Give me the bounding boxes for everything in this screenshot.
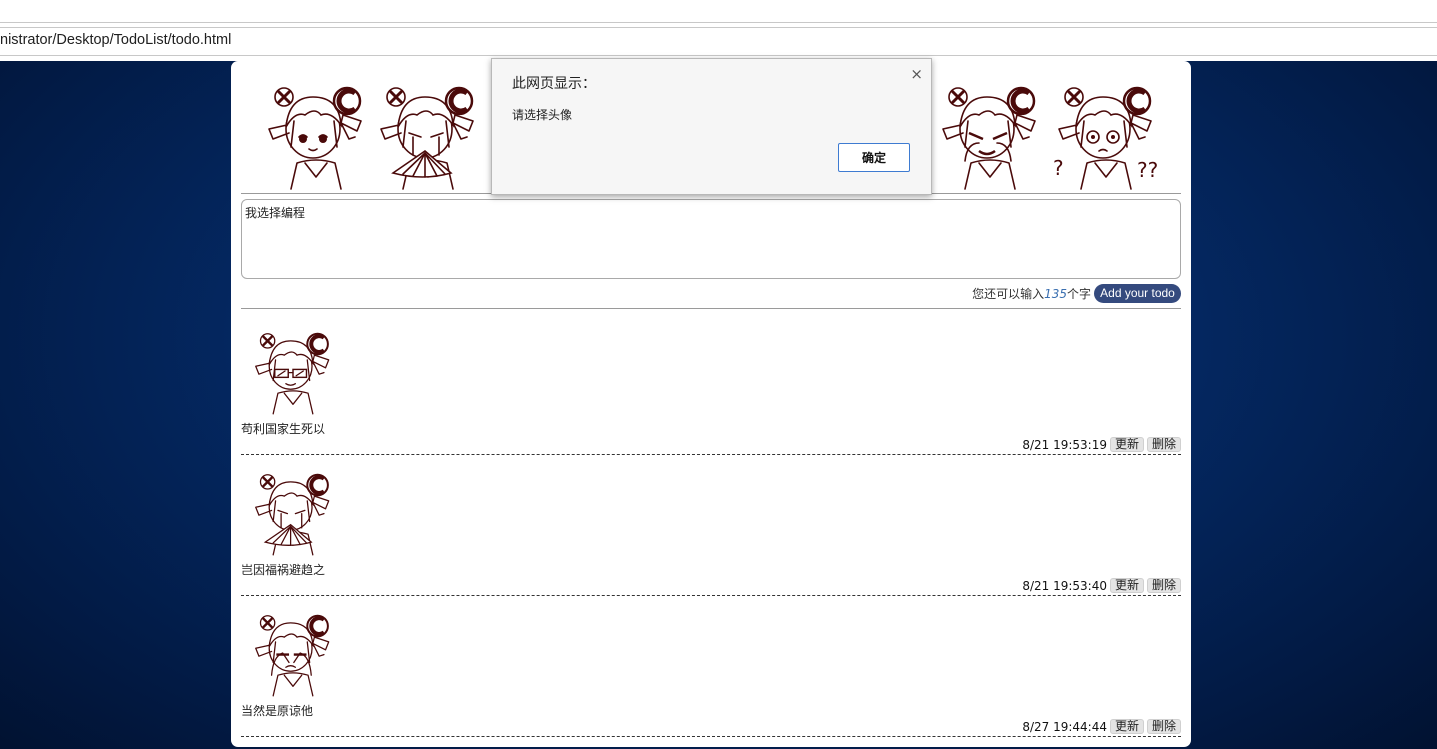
todo-item: 当然是原谅他 8/27 19:44:44 更新 删除 <box>241 595 1181 736</box>
alert-dialog: 此网页显示： × 请选择头像 确定 <box>491 58 932 195</box>
todo-timestamp: 8/21 19:53:40 <box>1022 578 1107 593</box>
todo-avatar <box>255 473 330 556</box>
divider <box>241 308 1181 309</box>
todo-divider <box>241 736 1181 737</box>
counter-suffix: 个字 <box>1066 287 1091 301</box>
delete-button[interactable]: 删除 <box>1146 437 1181 452</box>
todo-meta: 8/27 19:44:44 更新 删除 <box>1022 719 1181 734</box>
add-todo-button[interactable]: Add your todo <box>1094 284 1181 303</box>
todo-avatar <box>255 332 330 415</box>
delete-button[interactable]: 删除 <box>1146 719 1181 734</box>
todo-item: 苟利国家生死以 8/21 19:53:19 更新 删除 <box>241 313 1181 454</box>
close-icon[interactable]: × <box>910 65 923 83</box>
dialog-message: 请选择头像 <box>512 108 573 122</box>
avatar-option-confused[interactable]: ??? <box>1051 77 1161 193</box>
todo-text: 岂因福祸避趋之 <box>241 563 326 577</box>
chrome-divider <box>0 22 1437 23</box>
dialog-title: 此网页显示： <box>512 76 596 92</box>
todo-meta: 8/21 19:53:40 更新 删除 <box>1022 578 1181 593</box>
avatar-option-cry-face[interactable] <box>935 77 1045 193</box>
todo-timestamp: 8/27 19:44:44 <box>1022 719 1107 734</box>
update-button[interactable]: 更新 <box>1109 719 1144 734</box>
todo-timestamp: 8/21 19:53:19 <box>1022 437 1107 452</box>
todo-text: 苟利国家生死以 <box>241 422 326 436</box>
todo-item: 岂因福祸避趋之 8/21 19:53:40 更新 删除 <box>241 454 1181 595</box>
counter-prefix: 您还可以输入 <box>972 287 1045 301</box>
update-button[interactable]: 更新 <box>1109 437 1144 452</box>
char-counter: 您还可以输入135个字 <box>972 285 1091 302</box>
todo-meta: 8/21 19:53:19 更新 删除 <box>1022 437 1181 452</box>
update-button[interactable]: 更新 <box>1109 578 1144 593</box>
todo-avatar <box>255 614 330 697</box>
browser-chrome: nistrator/Desktop/TodoList/todo.html <box>0 0 1437 61</box>
svg-text:?: ? <box>1053 156 1064 180</box>
delete-button[interactable]: 删除 <box>1146 578 1181 593</box>
counter-number: 135 <box>1044 287 1067 301</box>
todo-text: 当然是原谅他 <box>241 704 314 718</box>
address-bar[interactable]: nistrator/Desktop/TodoList/todo.html <box>0 32 231 48</box>
avatar-option-cry-fan[interactable] <box>373 77 483 193</box>
avatar-option-smile[interactable] <box>261 77 371 193</box>
svg-text:??: ?? <box>1137 158 1158 182</box>
ok-button[interactable]: 确定 <box>838 143 910 172</box>
chrome-divider <box>0 27 1437 28</box>
chrome-divider <box>0 55 1437 56</box>
todo-input[interactable]: 我选择编程 <box>241 199 1181 279</box>
